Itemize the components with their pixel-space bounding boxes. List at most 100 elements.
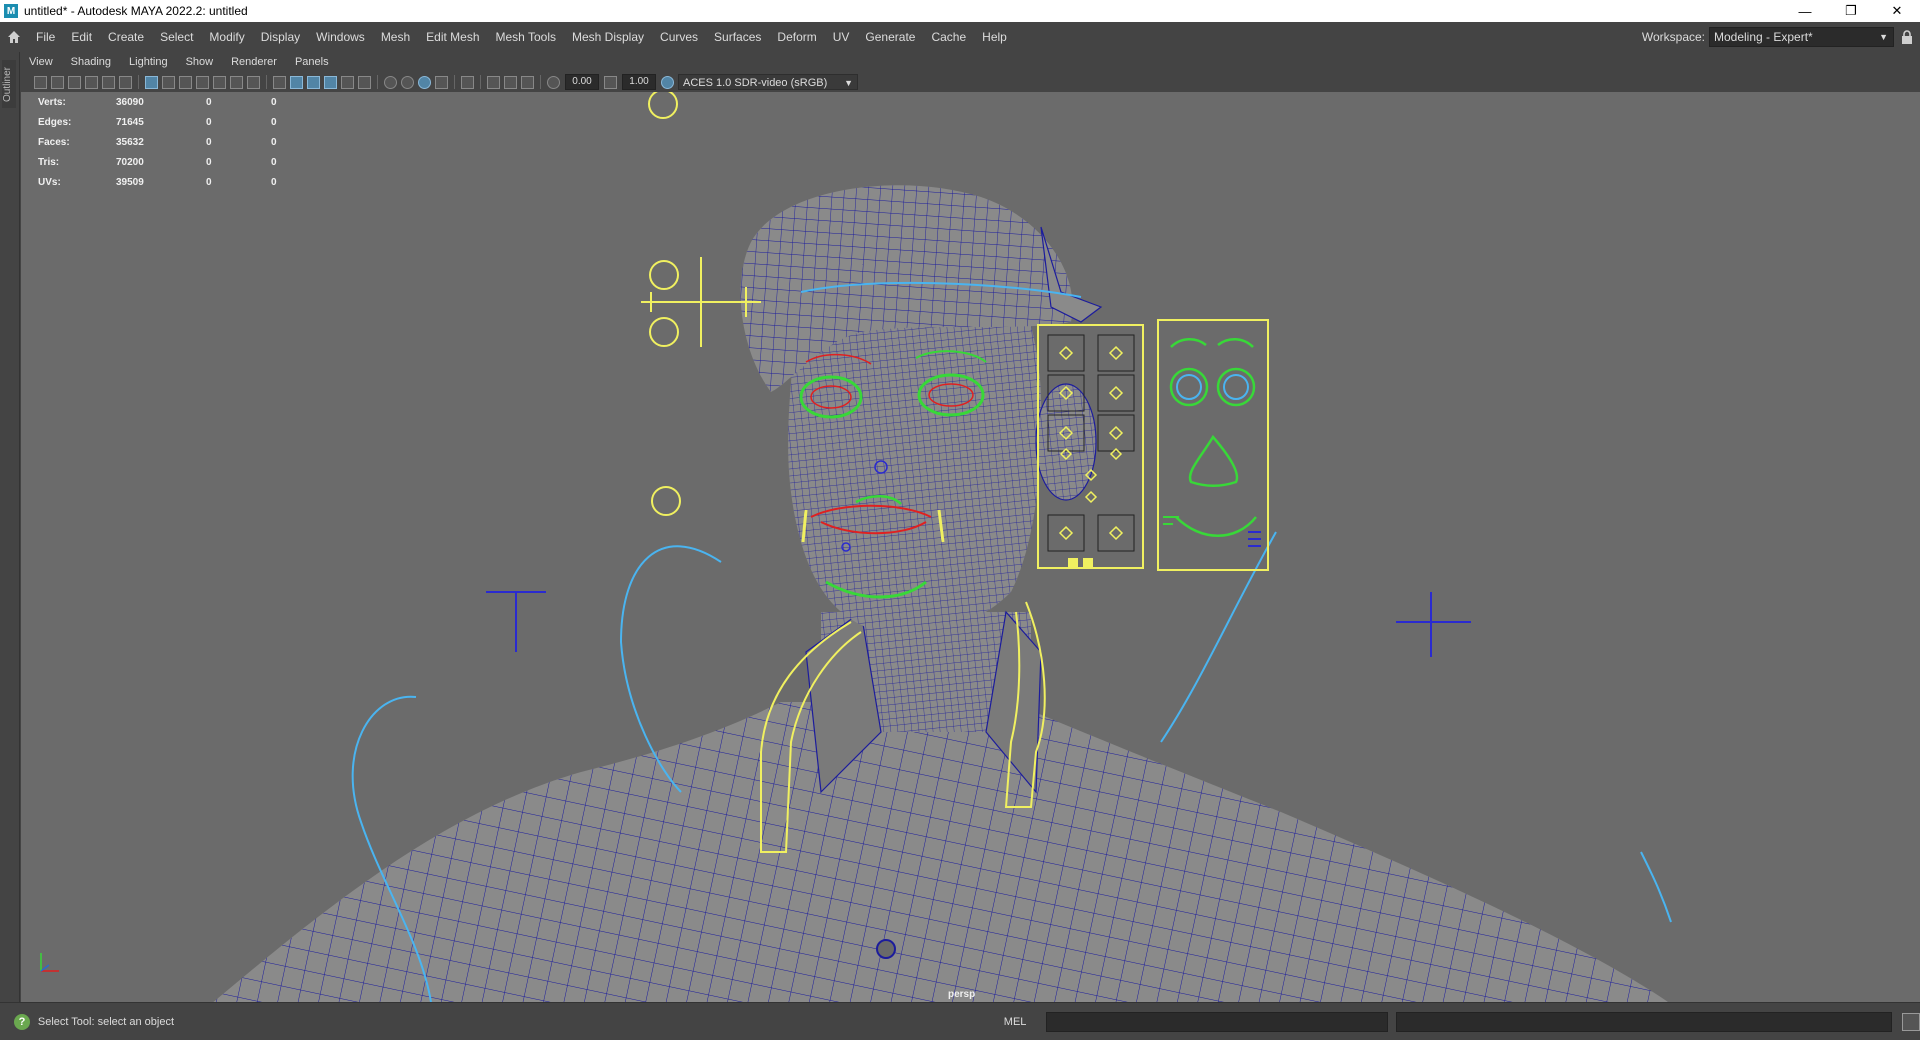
anti-aliasing-icon[interactable] — [418, 75, 431, 89]
panel-menu-panels[interactable]: Panels — [286, 56, 338, 68]
workspace-value: Modeling - Expert* — [1714, 30, 1813, 44]
safe-title-icon[interactable] — [247, 75, 260, 89]
wireframe-icon[interactable] — [273, 75, 286, 89]
hud-row-tris: Tris: 70200 0 0 — [38, 156, 277, 168]
command-result-field — [1396, 1011, 1893, 1032]
viewport-canvas[interactable] — [21, 92, 1920, 1002]
shirt-button — [876, 939, 896, 959]
help-icon: ? — [14, 1013, 30, 1030]
wireframe-on-shaded-icon[interactable] — [307, 75, 320, 89]
panel-toolbar: 0.00 1.00 ACES 1.0 SDR-video (sRGB) ▼ — [20, 72, 1920, 92]
blue-cross-control-left[interactable] — [486, 591, 546, 652]
chevron-down-icon: ▼ — [1879, 32, 1888, 42]
film-gate-icon[interactable] — [162, 75, 175, 89]
perspective-viewport[interactable]: Verts: 36090 0 0 Edges: 71645 0 0 Faces:… — [21, 92, 1920, 1002]
gate-mask-icon[interactable] — [196, 75, 209, 89]
motion-blur-icon[interactable] — [401, 75, 414, 89]
image-plane-icon[interactable] — [85, 75, 98, 89]
menu-surfaces[interactable]: Surfaces — [706, 22, 769, 52]
hud-row-faces: Faces: 35632 0 0 — [38, 136, 277, 148]
help-line-text: Select Tool: select an object — [37, 1015, 175, 1028]
close-icon[interactable]: ✕ — [1874, 0, 1920, 22]
maya-app-icon: M — [4, 4, 18, 18]
view-transform-dropdown[interactable]: ACES 1.0 SDR-video (sRGB) ▼ — [678, 74, 858, 90]
grease-pencil-icon[interactable] — [119, 75, 132, 89]
panel-menu-bar: View Shading Lighting Show Renderer Pane… — [20, 52, 1920, 72]
restore-icon[interactable]: ❐ — [1828, 0, 1874, 22]
workspace-dropdown[interactable]: Modeling - Expert* ▼ — [1709, 27, 1894, 47]
smooth-shade-icon[interactable] — [290, 75, 303, 89]
exposure-icon[interactable] — [547, 75, 560, 89]
menu-display[interactable]: Display — [253, 22, 308, 52]
textured-icon[interactable] — [324, 75, 337, 89]
command-input[interactable] — [1045, 1011, 1389, 1032]
xray-joints-icon[interactable] — [521, 75, 534, 89]
axis-gizmo-icon — [35, 947, 65, 982]
menu-generate[interactable]: Generate — [857, 22, 923, 52]
menu-select[interactable]: Select — [152, 22, 201, 52]
window-title: untitled* - Autodesk MAYA 2022.2: untitl… — [24, 4, 248, 18]
script-language-toggle[interactable]: MEL — [990, 1016, 1040, 1028]
menu-mesh[interactable]: Mesh — [373, 22, 418, 52]
hud-row-verts: Verts: 36090 0 0 — [38, 96, 277, 108]
menu-modify[interactable]: Modify — [201, 22, 252, 52]
select-camera-icon[interactable] — [34, 75, 47, 89]
panel-menu-show[interactable]: Show — [177, 56, 223, 68]
screen-space-ao-icon[interactable] — [384, 75, 397, 89]
color-management-icon[interactable] — [661, 75, 674, 89]
2d-pan-zoom-icon[interactable] — [102, 75, 115, 89]
panel-menu-view[interactable]: View — [20, 56, 62, 68]
character-body-mesh[interactable] — [211, 702, 1671, 1002]
menu-uv[interactable]: UV — [825, 22, 858, 52]
exposure-field[interactable]: 0.00 — [565, 74, 599, 90]
menu-mesh-display[interactable]: Mesh Display — [564, 22, 652, 52]
menu-file[interactable]: File — [28, 22, 63, 52]
gamma-icon[interactable] — [604, 75, 617, 89]
menu-mesh-tools[interactable]: Mesh Tools — [488, 22, 564, 52]
lock-icon[interactable] — [1894, 30, 1920, 44]
resolution-gate-icon[interactable] — [179, 75, 192, 89]
use-all-lights-icon[interactable] — [341, 75, 354, 89]
title-bar: M untitled* - Autodesk MAYA 2022.2: unti… — [0, 0, 1920, 22]
camera-label: persp — [948, 989, 976, 1000]
panel-menu-shading[interactable]: Shading — [62, 56, 120, 68]
bookmark-icon[interactable] — [68, 75, 81, 89]
depth-of-field-icon[interactable] — [435, 75, 448, 89]
camera-attributes-icon[interactable] — [51, 75, 64, 89]
panel-menu-renderer[interactable]: Renderer — [222, 56, 286, 68]
main-menu-bar: File Edit Create Select Modify Display W… — [0, 22, 1920, 52]
workspace-label: Workspace: — [1641, 30, 1705, 44]
gamma-field[interactable]: 1.00 — [622, 74, 656, 90]
chevron-down-icon: ▼ — [844, 78, 853, 88]
menu-create[interactable]: Create — [100, 22, 152, 52]
facial-control-board-right[interactable] — [1157, 319, 1269, 571]
field-chart-icon[interactable] — [213, 75, 226, 89]
home-icon[interactable] — [0, 30, 28, 44]
isolate-select-icon[interactable] — [461, 75, 474, 89]
menu-edit[interactable]: Edit — [63, 22, 100, 52]
menu-curves[interactable]: Curves — [652, 22, 706, 52]
grid-icon[interactable] — [145, 75, 158, 89]
cyan-hand-curve-right[interactable] — [1640, 851, 1672, 923]
hud-row-uvs: UVs: 39509 0 0 — [38, 176, 277, 188]
blue-cross-control-right[interactable] — [1396, 592, 1471, 657]
xray-icon[interactable] — [487, 75, 500, 89]
xray-active-icon[interactable] — [504, 75, 517, 89]
menu-help[interactable]: Help — [974, 22, 1015, 52]
left-tool-strip — [0, 52, 20, 1006]
menu-cache[interactable]: Cache — [923, 22, 974, 52]
menu-windows[interactable]: Windows — [308, 22, 373, 52]
minimize-icon[interactable]: — — [1782, 0, 1828, 22]
cyan-arm-curve-right[interactable] — [1160, 531, 1277, 743]
script-editor-icon[interactable] — [1902, 1012, 1920, 1031]
safe-action-icon[interactable] — [230, 75, 243, 89]
hud-row-edges: Edges: 71645 0 0 — [38, 116, 277, 128]
help-command-line: ? Select Tool: select an object MEL — [0, 1002, 1920, 1040]
panel-menu-lighting[interactable]: Lighting — [120, 56, 177, 68]
menu-deform[interactable]: Deform — [769, 22, 824, 52]
shadows-icon[interactable] — [358, 75, 371, 89]
menu-edit-mesh[interactable]: Edit Mesh — [418, 22, 487, 52]
outliner-tab[interactable]: Outliner — [2, 60, 16, 108]
poly-count-hud: Verts: 36090 0 0 Edges: 71645 0 0 Faces:… — [38, 92, 336, 192]
view-transform-value: ACES 1.0 SDR-video (sRGB) — [683, 77, 828, 89]
